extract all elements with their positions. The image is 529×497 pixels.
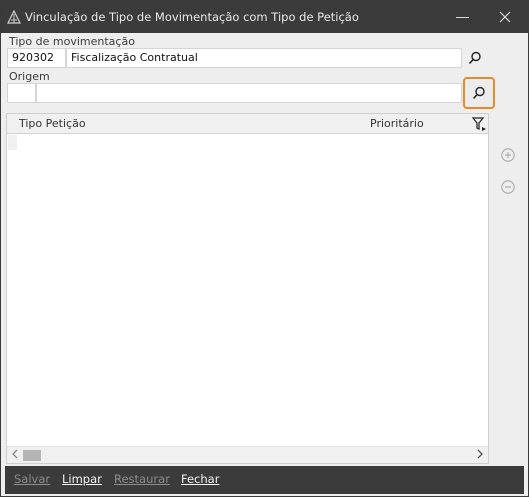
- limpar-button[interactable]: Limpar: [62, 472, 102, 486]
- minimize-button[interactable]: [455, 9, 471, 25]
- dialog-window: Vinculação de Tipo de Movimentação com T…: [0, 0, 529, 497]
- add-row-button[interactable]: [500, 147, 516, 163]
- origem-desc-field[interactable]: [36, 83, 462, 103]
- scroll-right-arrow-icon[interactable]: [476, 449, 484, 462]
- scroll-left-arrow-icon[interactable]: [11, 449, 19, 462]
- salvar-button[interactable]: Salvar: [14, 472, 50, 486]
- window-title: Vinculação de Tipo de Movimentação com T…: [25, 10, 359, 24]
- column-header-tipo-peticao[interactable]: Tipo Petição: [19, 117, 86, 130]
- horizontal-scrollbar[interactable]: [7, 446, 488, 463]
- tipo-movimentacao-desc-field[interactable]: Fiscalização Contratual: [66, 48, 462, 68]
- tipo-movimentacao-code-field[interactable]: 920302: [7, 48, 66, 68]
- origem-label: Origem: [9, 70, 50, 83]
- column-header-prioritario[interactable]: Prioritário: [370, 117, 424, 130]
- origem-search-button[interactable]: [463, 77, 495, 109]
- remove-circle-icon: [501, 180, 515, 194]
- footer-toolbar: Salvar Limpar Restaurar Fechar: [5, 466, 524, 494]
- origem-code-field[interactable]: [7, 83, 36, 103]
- remove-row-button[interactable]: [500, 179, 516, 195]
- tipo-movimentacao-search-button[interactable]: [465, 48, 485, 68]
- tipo-peticao-grid[interactable]: Tipo Petição Prioritário: [6, 113, 489, 464]
- close-button[interactable]: [497, 9, 513, 25]
- add-circle-icon: [501, 148, 515, 162]
- app-logo-icon: [7, 9, 21, 24]
- filter-icon[interactable]: [471, 116, 487, 132]
- scroll-thumb[interactable]: [23, 450, 41, 461]
- title-bar: Vinculação de Tipo de Movimentação com T…: [1, 1, 528, 33]
- search-icon: [472, 86, 485, 100]
- search-icon: [468, 51, 481, 65]
- close-icon: [499, 11, 511, 23]
- tipo-movimentacao-label: Tipo de movimentação: [9, 35, 135, 48]
- fechar-button[interactable]: Fechar: [181, 472, 219, 486]
- grid-header: Tipo Petição Prioritário: [7, 114, 488, 134]
- restaurar-button[interactable]: Restaurar: [114, 472, 170, 486]
- row-indicator: [8, 135, 17, 150]
